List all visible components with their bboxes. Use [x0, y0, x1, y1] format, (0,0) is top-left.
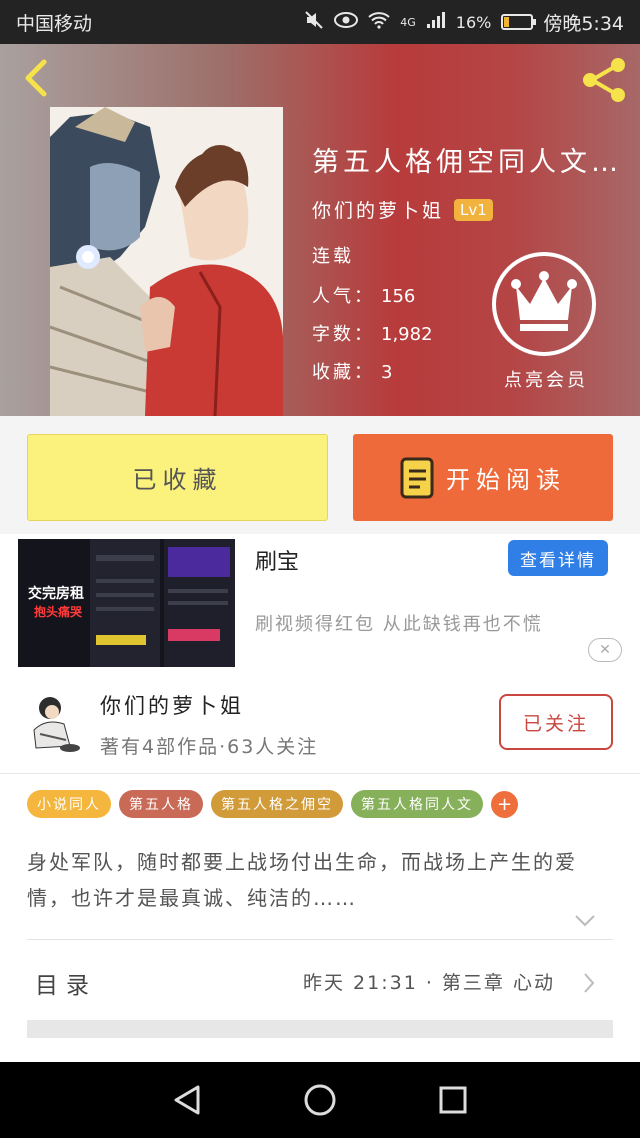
add-tag-button[interactable]: + — [491, 790, 518, 818]
ad-thumb-caption-1: 交完房租 — [28, 586, 84, 602]
chevron-right-icon[interactable] — [582, 972, 596, 994]
level-badge: Lv1 — [454, 198, 493, 221]
expand-chevron-icon[interactable] — [574, 914, 596, 928]
ad-thumbnail[interactable]: 交完房租 抱头痛哭 — [18, 539, 235, 667]
popularity-stat: 人气： 156 — [312, 282, 415, 308]
popularity-value: 156 — [381, 286, 416, 307]
share-icon — [583, 58, 625, 102]
placeholder-bar — [27, 1020, 613, 1038]
book-title: 第五人格佣空同人文… — [312, 147, 622, 178]
circle-home-icon — [304, 1084, 336, 1116]
author-name[interactable]: 你们的萝卜姐 — [100, 690, 244, 720]
favorites-label: 收藏： — [312, 362, 375, 383]
collected-label: 已收藏 — [132, 466, 223, 494]
battery-icon — [501, 14, 537, 30]
word-count-stat: 字数： 1,982 — [312, 320, 433, 346]
author-section: 你们的萝卜姐 著有4部作品·63人关注 已关注 — [0, 674, 640, 774]
cover-illustration — [50, 107, 283, 416]
book-description: 身处军队，随时都要上战场付出生命，而战场上产生的爱情，也许才是最真诚、纯洁的…… — [27, 850, 577, 910]
book-header: 第五人格佣空同人文… 你们的萝卜姐 Lv1 连载 人气： 156 字数： 1,982… — [0, 44, 640, 416]
ad-close-button[interactable]: ✕ — [588, 638, 622, 662]
popularity-label: 人气： — [312, 286, 375, 307]
system-nav-bar — [0, 1062, 640, 1138]
start-reading-label: 开始阅读 — [446, 466, 566, 494]
nav-home-button[interactable] — [300, 1080, 340, 1120]
eye-icon — [334, 11, 359, 33]
ad-description: 刷视频得红包 从此缺钱再也不慌 — [255, 614, 543, 635]
avatar-image — [26, 690, 86, 756]
vip-label: 点亮会员 — [504, 370, 588, 391]
battery-level — [504, 17, 509, 27]
status-bar: 中国移动 4G 16% 傍晚5:34 — [0, 0, 640, 44]
back-button[interactable] — [16, 56, 60, 100]
tag-item[interactable]: 第五人格 — [119, 790, 203, 818]
signal-icon — [426, 11, 446, 34]
carrier-label: 中国移动 — [16, 12, 93, 35]
word-count-label: 字数： — [312, 324, 375, 345]
book-icon — [400, 457, 434, 498]
author-stats: 著有4部作品·63人关注 — [100, 736, 319, 758]
tag-item[interactable]: 第五人格之佣空 — [211, 790, 343, 818]
ad-detail-button[interactable]: 查看详情 — [508, 540, 608, 576]
book-info-section: 小说同人 第五人格 第五人格之佣空 第五人格同人文 + 身处军队，随时都要上战场… — [0, 774, 640, 1062]
word-count-value: 1,982 — [381, 324, 433, 345]
back-arrow-icon — [25, 59, 47, 97]
battery-percent: 16% — [455, 12, 492, 32]
clock: 傍晚5:34 — [543, 12, 624, 35]
ad-banner[interactable]: 交完房租 抱头痛哭 刷宝 查看详情 刷视频得红包 从此缺钱再也不慌 ✕ — [0, 534, 640, 674]
wifi-icon — [368, 11, 390, 34]
tag-item[interactable]: 小说同人 — [27, 790, 111, 818]
status-icons: 4G 16% 傍晚5:34 — [304, 9, 624, 36]
network-type: 4G — [400, 15, 416, 29]
header-author-line: 你们的萝卜姐 Lv1 — [312, 196, 493, 223]
favorites-value: 3 — [381, 362, 393, 383]
tag-list: 小说同人 第五人格 第五人格之佣空 第五人格同人文 + — [27, 790, 518, 818]
ad-thumb-caption-2: 抱头痛哭 — [34, 605, 83, 619]
nav-recents-button[interactable] — [433, 1080, 473, 1120]
vip-button[interactable] — [492, 252, 596, 356]
follow-button[interactable]: 已关注 — [499, 694, 613, 750]
share-button[interactable] — [578, 54, 630, 106]
divider — [27, 939, 613, 940]
square-recents-icon — [439, 1086, 467, 1114]
header-author-name[interactable]: 你们的萝卜姐 — [312, 196, 444, 223]
serial-status: 连载 — [312, 246, 354, 267]
favorites-stat: 收藏： 3 — [312, 358, 392, 384]
nav-back-button[interactable] — [167, 1080, 207, 1120]
mute-icon — [304, 10, 324, 35]
crown-icon — [511, 271, 577, 331]
start-reading-button[interactable]: 开始阅读 — [353, 434, 613, 521]
book-cover[interactable] — [50, 107, 283, 416]
collected-button[interactable]: 已收藏 — [27, 434, 328, 521]
triangle-back-icon — [174, 1085, 200, 1115]
tag-item[interactable]: 第五人格同人文 — [351, 790, 483, 818]
author-avatar[interactable] — [26, 690, 86, 756]
toc-label[interactable]: 目录 — [35, 966, 97, 1000]
latest-chapter[interactable]: 昨天 21:31 · 第三章 心动 — [303, 968, 555, 995]
ad-title: 刷宝 — [255, 550, 300, 575]
